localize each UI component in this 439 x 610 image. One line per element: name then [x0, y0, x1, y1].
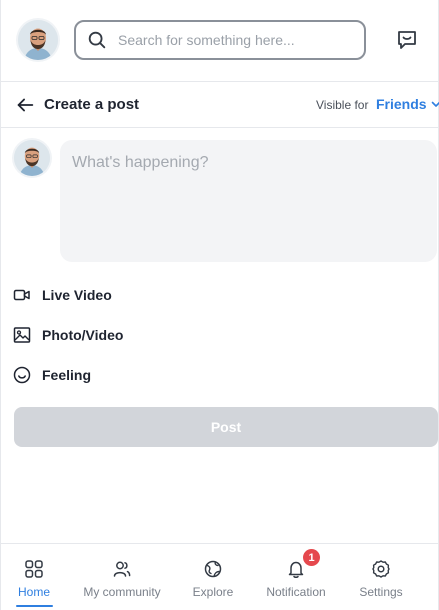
- bell-icon: [288, 561, 304, 578]
- chevron-down-icon: [431, 101, 439, 107]
- message-icon[interactable]: [395, 28, 419, 52]
- video-icon: [13, 289, 30, 301]
- globe-icon: [204, 560, 222, 578]
- composer-avatar: [14, 140, 50, 176]
- visibility-dropdown[interactable]: Friends: [376, 96, 439, 112]
- feeling-label: Feeling: [42, 367, 92, 383]
- back-arrow-icon[interactable]: [14, 94, 36, 116]
- post-button[interactable]: Post: [14, 407, 438, 447]
- gear-icon: [372, 560, 390, 578]
- nav-label-my-community: My community: [83, 585, 161, 599]
- bottom-navigation: Home My community Explore Notification 1…: [1, 543, 438, 610]
- photo-video-label: Photo/Video: [42, 327, 124, 343]
- nav-item-my-community[interactable]: My community: [77, 544, 167, 610]
- create-post-screen: Create a post Visible for Friends Live V: [0, 0, 439, 610]
- notification-count-badge: 1: [303, 549, 320, 566]
- avatar-image: [14, 140, 50, 176]
- profile-avatar[interactable]: [18, 20, 58, 60]
- grid-icon: [25, 560, 43, 578]
- search-box[interactable]: [74, 20, 366, 60]
- search-icon: [88, 31, 106, 49]
- avatar-image: [18, 20, 58, 60]
- visibility-label: Visible for: [316, 98, 369, 112]
- post-text-input[interactable]: [60, 140, 437, 262]
- live-video-label: Live Video: [42, 287, 112, 303]
- nav-label-explore: Explore: [192, 585, 234, 599]
- nav-item-settings[interactable]: Settings: [355, 544, 407, 610]
- active-tab-indicator: [16, 605, 53, 607]
- create-post-titlebar: Create a post Visible for Friends: [1, 82, 439, 128]
- nav-item-notification[interactable]: Notification: [261, 544, 331, 610]
- nav-label-settings: Settings: [359, 585, 403, 599]
- search-input[interactable]: [118, 32, 348, 48]
- live-video-option[interactable]: Live Video: [13, 283, 112, 307]
- top-header: [1, 0, 438, 82]
- visibility-value: Friends: [376, 96, 427, 112]
- nav-label-notification: Notification: [266, 585, 326, 599]
- photo-video-option[interactable]: Photo/Video: [13, 323, 123, 347]
- nav-item-home[interactable]: Home: [15, 544, 53, 610]
- users-icon: [113, 561, 131, 577]
- nav-label-home: Home: [17, 585, 50, 599]
- feeling-option[interactable]: Feeling: [13, 363, 91, 387]
- smile-icon: [13, 366, 31, 384]
- page-title: Create a post: [44, 96, 140, 113]
- image-icon: [13, 327, 31, 343]
- nav-item-explore[interactable]: Explore: [189, 544, 237, 610]
